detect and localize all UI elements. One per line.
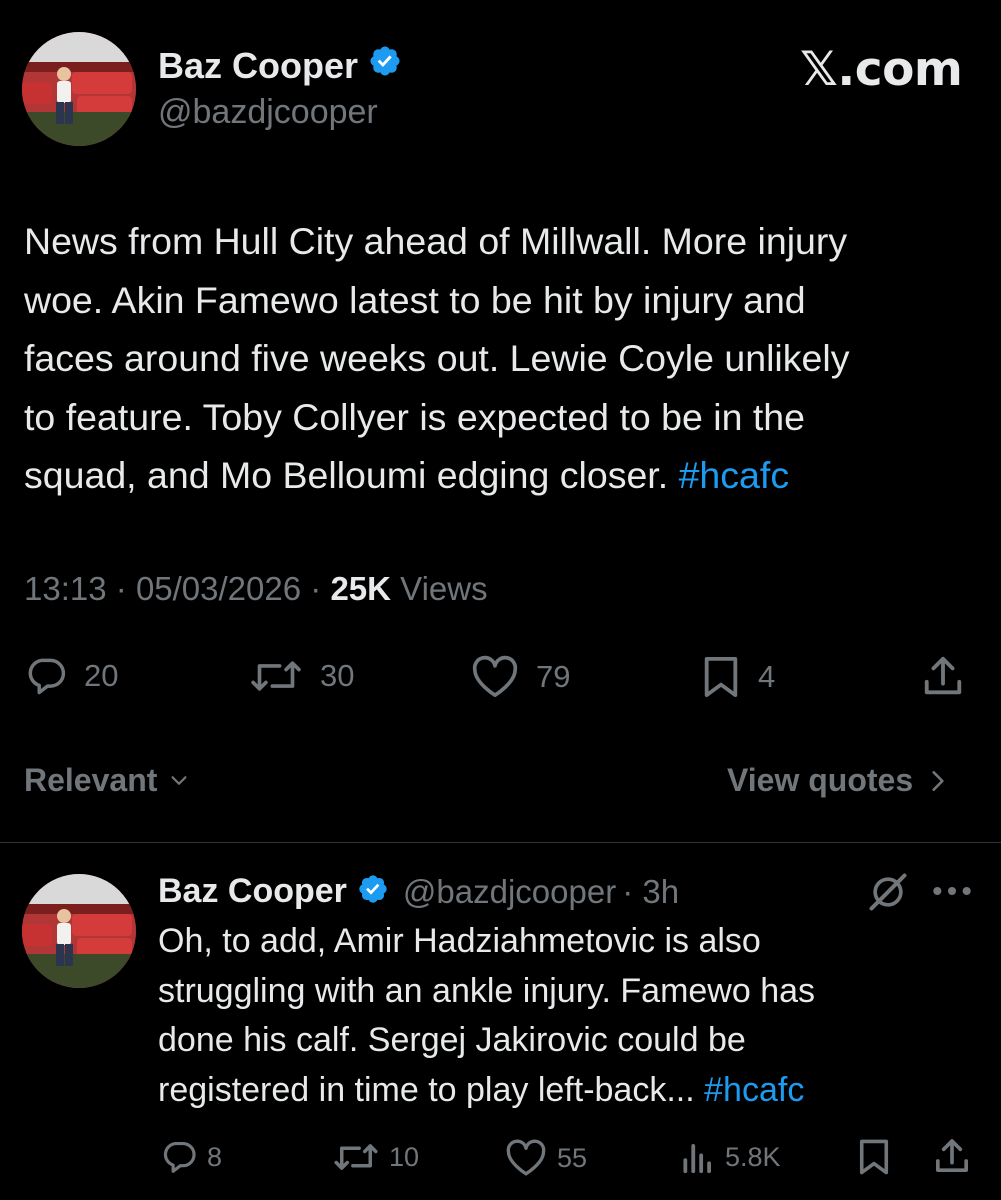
author-name[interactable]: Baz Cooper [158, 45, 402, 90]
author-name-text[interactable]: Baz Cooper [158, 45, 358, 86]
reply-reply-button[interactable]: 8 [160, 1138, 222, 1176]
chevron-down-icon [171, 775, 187, 785]
reply-author-name[interactable]: Baz Cooper [158, 872, 347, 911]
reply-views-count: 5.8K [725, 1141, 781, 1172]
reply-header: Baz Cooper @bazdjcooper · 3h [158, 872, 679, 911]
bookmark-button[interactable]: 4 [700, 654, 775, 700]
reply-text-line: struggling with an ankle injury. Famewo … [158, 971, 816, 1010]
hashtag-link[interactable]: #hcafc [704, 1071, 804, 1109]
bookmark-icon [704, 656, 738, 698]
verified-badge-icon [368, 44, 402, 87]
reply-bookmark-button[interactable] [856, 1136, 892, 1178]
repost-button[interactable]: 30 [248, 654, 354, 698]
tweet-date: 05/03/2026 [135, 570, 302, 607]
tweet-text-line: squad, and Mo Belloumi edging closer. [24, 454, 669, 497]
more-options-button[interactable] [930, 878, 974, 909]
chevron-right-icon [932, 770, 944, 791]
meta-separator: · [115, 570, 127, 607]
reply-repost-button[interactable]: 10 [332, 1138, 419, 1176]
sort-relevant-label: Relevant [24, 762, 158, 798]
grok-icon [869, 873, 907, 911]
verified-badge-icon [357, 873, 389, 910]
share-icon [924, 656, 962, 695]
share-button[interactable] [920, 652, 966, 700]
reply-icon [28, 658, 66, 695]
views-bar-chart-icon [683, 1144, 711, 1174]
repost-icon [251, 661, 301, 691]
divider [0, 842, 1001, 843]
reply-count: 20 [84, 658, 119, 693]
like-count: 79 [536, 659, 571, 694]
reply-repost-count: 10 [389, 1141, 420, 1172]
share-icon [936, 1139, 968, 1172]
view-quotes-link[interactable]: View quotes [727, 762, 951, 799]
tweet-text-line: to feature. Toby Collyer is expected to … [24, 395, 806, 438]
reply-share-button[interactable] [932, 1134, 972, 1178]
sort-relevant-dropdown[interactable]: Relevant [24, 762, 193, 799]
repost-icon [334, 1144, 378, 1170]
views-label: Views [400, 570, 488, 607]
reply-like-button[interactable]: 55 [504, 1138, 587, 1178]
like-button[interactable]: 79 [470, 654, 570, 700]
heart-icon [506, 1139, 546, 1176]
reply-views-button[interactable]: 5.8K [680, 1138, 781, 1176]
author-handle[interactable]: @bazdjcooper [158, 93, 378, 132]
brand-logo: 𝕏.com [800, 42, 963, 97]
reply-text: Oh, to add, Amir Hadziahmetovic is also … [158, 917, 988, 1115]
views-count: 25K [330, 570, 391, 607]
reply-reply-count: 8 [207, 1141, 223, 1172]
view-quotes-label: View quotes [727, 762, 914, 798]
reply-button[interactable]: 20 [24, 654, 118, 698]
reply-text-line: registered in time to play left-back... [158, 1070, 695, 1109]
avatar[interactable] [22, 32, 136, 146]
reply-text-line: Oh, to add, Amir Hadziahmetovic is also [158, 922, 761, 960]
tweet-text-line: woe. Akin Famewo latest to be hit by inj… [24, 278, 806, 321]
reply-text-line: done his calf. Sergej Jakirovic could be [158, 1021, 746, 1059]
bookmark-count: 4 [758, 659, 776, 694]
hashtag-link[interactable]: #hcafc [679, 454, 790, 496]
reply-avatar[interactable] [22, 874, 136, 988]
reply-age: · 3h [622, 872, 680, 910]
tweet-text-line: News from Hull City ahead of Millwall. M… [24, 220, 848, 262]
tweet-time: 13:13 [24, 570, 107, 607]
reply-author-handle[interactable]: @bazdjcooper [403, 873, 616, 911]
reply-like-count: 55 [557, 1142, 588, 1173]
reply-icon [163, 1141, 196, 1173]
avatar-photo [22, 32, 136, 146]
grok-button[interactable] [866, 870, 910, 919]
tweet-text: News from Hull City ahead of Millwall. M… [24, 212, 984, 505]
meta-separator: · [310, 570, 322, 607]
avatar-photo [22, 874, 136, 988]
tweet-meta: 13:13 · 05/03/2026 · 25K Views [24, 570, 488, 608]
heart-icon [472, 655, 518, 698]
repost-count: 30 [320, 658, 355, 693]
tweet-text-line: faces around five weeks out. Lewie Coyle… [24, 337, 850, 380]
more-horizontal-icon [933, 886, 971, 896]
bookmark-icon [859, 1139, 889, 1175]
